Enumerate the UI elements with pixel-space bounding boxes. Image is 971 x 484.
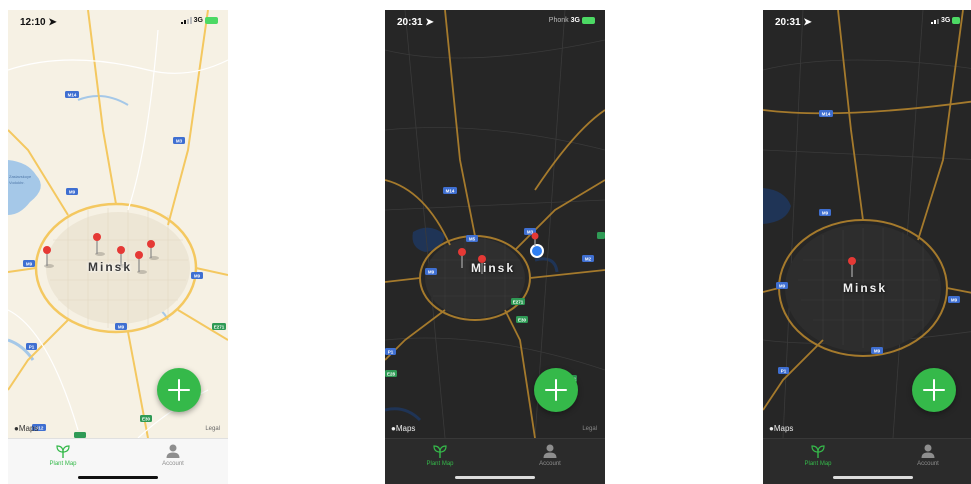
tab-account[interactable]: Account	[133, 443, 213, 467]
city-label: Minsk	[471, 261, 516, 275]
tab-label: Plant Map	[49, 461, 77, 467]
home-indicator[interactable]	[455, 476, 535, 479]
tab-plant-map[interactable]: Plant Map	[23, 443, 103, 467]
network-label: 3G	[941, 17, 951, 24]
svg-text:Vodokhr.: Vodokhr.	[9, 180, 25, 185]
svg-text:M14: M14	[68, 93, 77, 98]
svg-text:M5: M5	[469, 237, 476, 242]
add-plant-button[interactable]	[534, 368, 578, 412]
home-indicator[interactable]	[78, 476, 158, 479]
status-time: 12:10 ➤	[20, 17, 57, 28]
status-bar: 20:31 ➤ Phonk 3G	[385, 10, 605, 34]
sprout-icon	[433, 445, 447, 458]
city-label: Minsk	[843, 281, 888, 295]
location-arrow-icon: ➤	[48, 17, 57, 28]
svg-text:M2: M2	[585, 257, 592, 262]
tab-label: Plant Map	[804, 461, 832, 467]
maps-attribution: ●Maps	[769, 424, 794, 433]
svg-text:Zaslavskoye: Zaslavskoye	[9, 174, 32, 179]
svg-text:M9: M9	[69, 190, 76, 195]
location-arrow-icon: ➤	[425, 17, 434, 28]
svg-text:M9: M9	[874, 349, 881, 354]
battery-icon	[952, 17, 961, 24]
plus-icon	[168, 379, 190, 401]
legal-link[interactable]: Legal	[582, 426, 597, 432]
plus-icon	[923, 379, 945, 401]
phone-screen-light: M14 M3 M9 M9 M9 M9 P1 E271 E30 M12 Zasla…	[8, 10, 228, 484]
status-indicators: 3G	[931, 17, 961, 24]
battery-icon	[582, 17, 595, 24]
map-view[interactable]: M14 M5 M9 M3 M2 E271 E30 P1 E28 E271	[385, 10, 605, 438]
svg-text:P1: P1	[388, 350, 394, 355]
svg-text:M9: M9	[26, 262, 33, 267]
svg-text:M14: M14	[446, 189, 455, 194]
map-canvas[interactable]: M14 M5 M9 M3 M2 E271 E30 P1 E28 E271	[385, 10, 605, 438]
signal-icon	[180, 17, 192, 24]
status-time: 20:31 ➤	[397, 17, 434, 28]
tab-account[interactable]: Account	[510, 443, 590, 467]
tab-account[interactable]: Account	[888, 443, 968, 467]
sprout-icon	[811, 445, 825, 458]
status-bar: 20:31 ➤ 3G	[763, 10, 971, 34]
person-icon	[921, 444, 935, 458]
tab-label: Account	[539, 461, 561, 467]
svg-text:M9: M9	[118, 325, 125, 330]
svg-text:E271: E271	[214, 325, 225, 330]
carrier-label: Phonk	[548, 17, 569, 24]
svg-text:P1: P1	[29, 345, 35, 350]
svg-text:M9: M9	[779, 284, 786, 289]
plus-icon	[545, 379, 567, 401]
tab-plant-map[interactable]: Plant Map	[400, 443, 480, 467]
svg-text:E30: E30	[518, 318, 527, 323]
status-indicators: 3G	[180, 17, 218, 24]
maps-attribution: ●Maps	[391, 424, 416, 433]
svg-text:M3: M3	[176, 139, 183, 144]
sprout-icon	[56, 445, 70, 458]
svg-text:M9: M9	[194, 274, 201, 279]
svg-text:E28: E28	[387, 372, 396, 377]
network-label: 3G	[193, 17, 203, 24]
phone-screen-dark-single-pin: M14 M9 M9 M9 M9 P1 Minsk ●Maps 20:31 ➤ 3…	[763, 10, 971, 484]
status-bar: 12:10 ➤ 3G	[8, 10, 228, 34]
status-time: 20:31 ➤	[775, 17, 812, 28]
map-canvas[interactable]: M14 M3 M9 M9 M9 M9 P1 E271 E30 M12 Zasla…	[8, 10, 228, 438]
svg-text:E30: E30	[142, 417, 151, 422]
network-label: 3G	[570, 17, 580, 24]
svg-text:P1: P1	[781, 369, 787, 374]
person-icon	[166, 444, 180, 458]
person-icon	[543, 444, 557, 458]
battery-icon	[205, 17, 218, 24]
tab-label: Account	[162, 461, 184, 467]
svg-text:E271: E271	[513, 300, 524, 305]
tab-label: Account	[917, 461, 939, 467]
tab-plant-map[interactable]: Plant Map	[778, 443, 858, 467]
phone-screen-dark: M14 M5 M9 M3 M2 E271 E30 P1 E28 E271	[385, 10, 605, 484]
svg-text:M9: M9	[428, 270, 435, 275]
signal-icon	[931, 17, 939, 24]
status-indicators: Phonk 3G	[549, 17, 595, 24]
home-indicator[interactable]	[833, 476, 913, 479]
legal-link[interactable]: Legal	[205, 426, 220, 432]
location-arrow-icon: ➤	[803, 17, 812, 28]
tab-label: Plant Map	[426, 461, 454, 467]
add-plant-button[interactable]	[912, 368, 956, 412]
city-label: Minsk	[88, 260, 133, 274]
maps-attribution: ●Maps	[14, 424, 39, 433]
svg-text:M9: M9	[822, 211, 829, 216]
svg-text:M9: M9	[951, 298, 958, 303]
svg-text:M14: M14	[822, 112, 831, 117]
map-view[interactable]: M14 M3 M9 M9 M9 M9 P1 E271 E30 M12 Zasla…	[8, 10, 228, 438]
add-plant-button[interactable]	[157, 368, 201, 412]
